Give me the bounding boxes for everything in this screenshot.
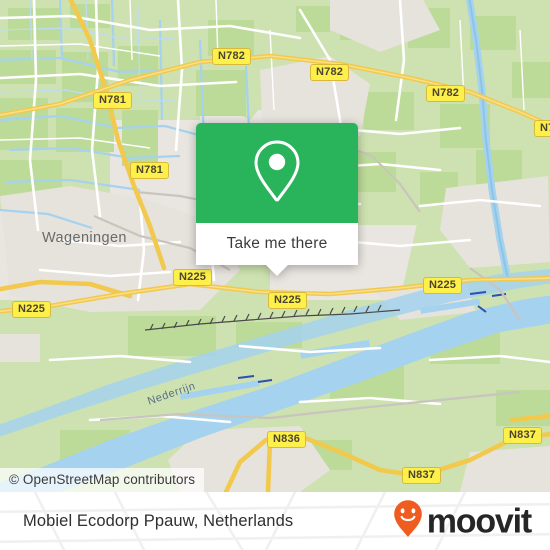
screenshot-root: N782 N782 N782 N78 N781 N781 N225 N225 N…	[0, 0, 550, 550]
osm-attribution[interactable]: © OpenStreetMap contributors	[0, 468, 205, 492]
footer-bar: Mobiel Ecodorp Ppauw, Netherlands moovit	[0, 492, 550, 550]
take-me-there-callout[interactable]: Take me there	[196, 123, 358, 276]
callout-pointer	[266, 265, 288, 276]
road-shield: N225	[173, 269, 213, 286]
road-shield: N782	[426, 85, 466, 102]
callout-action-panel[interactable]: Take me there	[196, 223, 358, 276]
map-canvas[interactable]: N782 N782 N782 N78 N781 N781 N225 N225 N…	[0, 0, 550, 492]
road-shield: N225	[12, 301, 52, 318]
road-shield: N781	[93, 92, 133, 109]
map-pin-icon	[249, 137, 305, 210]
moovit-logo[interactable]: moovit	[393, 500, 532, 543]
road-shield: N225	[268, 292, 308, 309]
moovit-wordmark: moovit	[426, 502, 532, 540]
road-shield: N78	[534, 120, 550, 137]
callout-icon-panel	[196, 123, 358, 223]
callout-action-label: Take me there	[226, 235, 328, 252]
road-shield: N782	[212, 48, 252, 65]
road-shield: N837	[402, 467, 442, 484]
road-shield: N836	[267, 431, 307, 448]
road-shield: N781	[130, 162, 170, 179]
road-shield: N837	[503, 427, 543, 444]
road-shield: N782	[310, 64, 350, 81]
moovit-smiley-pin-icon	[393, 500, 423, 543]
location-title: Mobiel Ecodorp Ppauw, Netherlands	[23, 511, 294, 530]
map-place-label-wageningen: Wageningen	[42, 230, 127, 246]
road-shield: N225	[423, 277, 463, 294]
